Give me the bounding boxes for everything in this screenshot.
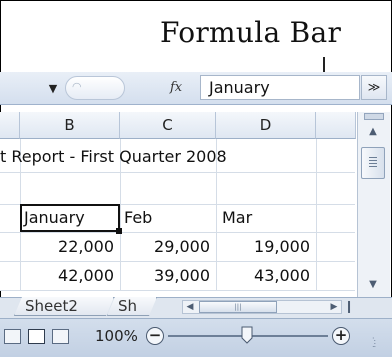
data-cell[interactable]: 43,000 bbox=[216, 265, 310, 287]
data-cell[interactable]: 42,000 bbox=[20, 265, 114, 287]
grip-line bbox=[369, 157, 377, 158]
gridline bbox=[0, 290, 355, 291]
zoom-level[interactable]: 100% bbox=[95, 326, 140, 346]
formula-input[interactable]: January bbox=[200, 75, 360, 100]
data-cell[interactable]: 19,000 bbox=[216, 236, 310, 258]
page-break-view-icon[interactable] bbox=[52, 329, 69, 344]
grip-line bbox=[369, 160, 377, 161]
fill-handle[interactable] bbox=[116, 228, 122, 234]
data-cell[interactable]: 39,000 bbox=[120, 265, 210, 287]
column-header-b[interactable]: B bbox=[20, 112, 120, 139]
gridline bbox=[0, 172, 355, 173]
zoom-slider-thumb[interactable] bbox=[241, 326, 253, 344]
grip-line bbox=[369, 163, 377, 164]
name-box-dropdown-icon[interactable]: ▼ bbox=[44, 80, 62, 98]
zoom-out-button[interactable]: − bbox=[146, 327, 164, 345]
scroll-down-icon[interactable]: ▼ bbox=[362, 277, 384, 293]
grip-line bbox=[369, 166, 377, 167]
callout-label: Formula Bar bbox=[160, 16, 342, 49]
normal-view-icon[interactable] bbox=[4, 329, 21, 344]
split-bar-icon[interactable]: ❙ bbox=[344, 299, 354, 313]
insert-function-button[interactable]: fx bbox=[170, 79, 192, 97]
report-title-cell[interactable]: t Report - First Quarter 2008 bbox=[0, 146, 227, 168]
active-cell-border bbox=[20, 204, 120, 232]
split-box[interactable] bbox=[364, 113, 384, 120]
scroll-right-icon[interactable]: ▶ bbox=[327, 300, 341, 314]
data-cell[interactable]: 29,000 bbox=[120, 236, 210, 258]
horizontal-scroll-thumb[interactable]: ||| bbox=[199, 301, 277, 313]
data-cell[interactable]: 22,000 bbox=[20, 236, 114, 258]
gridline bbox=[316, 139, 317, 291]
zoom-in-button[interactable]: + bbox=[332, 327, 350, 345]
column-header-c[interactable]: C bbox=[120, 112, 216, 139]
page-layout-view-icon[interactable] bbox=[28, 329, 45, 344]
expand-formula-bar-button[interactable]: ≫ bbox=[361, 75, 387, 100]
pill-glyph-icon: ◠ bbox=[72, 80, 82, 93]
sheet-tab-partial[interactable]: Sh bbox=[107, 297, 157, 316]
column-header-d[interactable]: D bbox=[216, 112, 316, 139]
header-cell-feb[interactable]: Feb bbox=[124, 207, 152, 229]
scroll-up-icon[interactable]: ▲ bbox=[362, 124, 384, 140]
gridline bbox=[0, 232, 355, 233]
column-header-partial[interactable] bbox=[0, 112, 20, 139]
gridline bbox=[0, 261, 355, 262]
scroll-left-icon[interactable]: ◀ bbox=[183, 300, 197, 314]
resize-grip-icon[interactable]: ·..: bbox=[372, 335, 386, 349]
double-chevron-down-icon: ≫ bbox=[367, 80, 381, 94]
column-header-e-partial[interactable] bbox=[316, 112, 356, 139]
header-cell-mar[interactable]: Mar bbox=[222, 207, 252, 229]
sheet-tab-sheet2[interactable]: Sheet2 bbox=[14, 297, 114, 316]
